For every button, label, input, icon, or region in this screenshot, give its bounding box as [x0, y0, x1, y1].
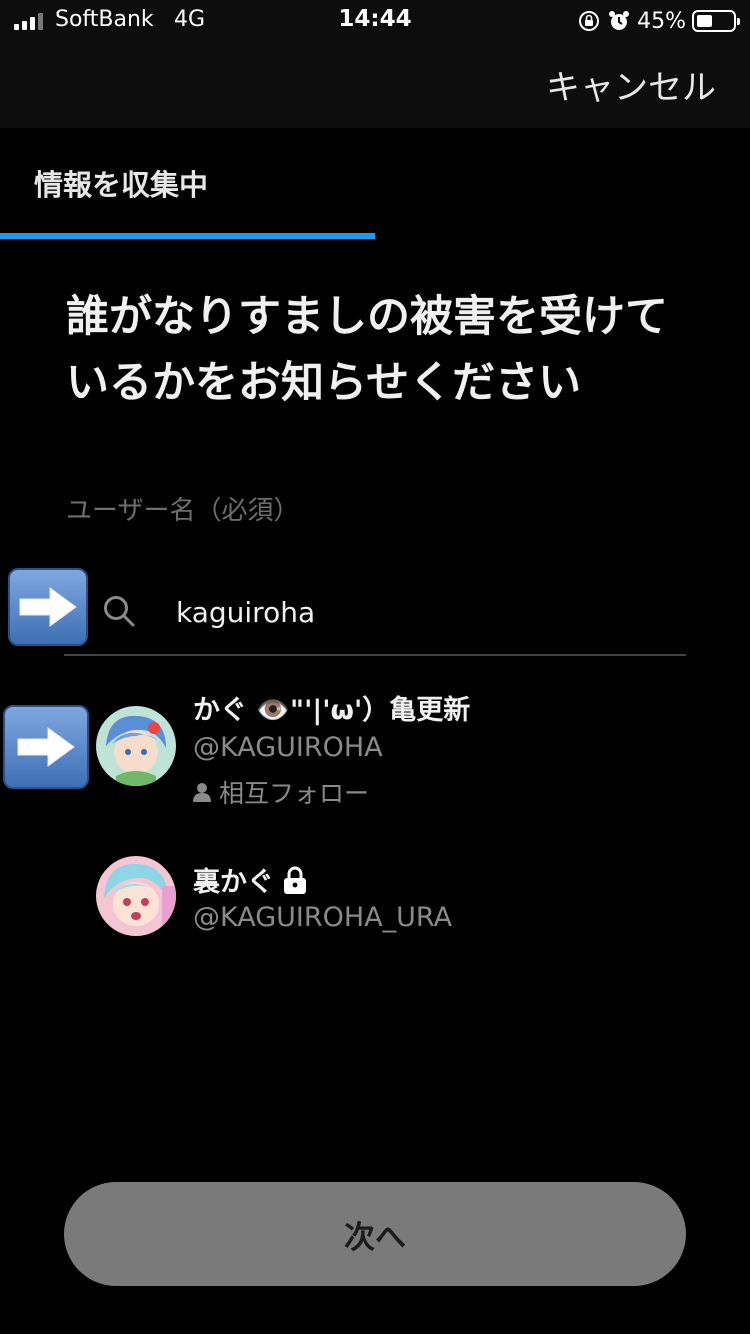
search-underline: [64, 654, 686, 656]
right-arrow-emoji-icon: [8, 568, 88, 646]
progress-bar: [0, 233, 375, 239]
lock-icon: [284, 866, 306, 894]
next-button[interactable]: 次へ: [64, 1182, 686, 1286]
person-icon: [193, 783, 211, 802]
step-title: 情報を収集中: [34, 168, 209, 202]
result-handle: @KAGUIROHA_URA: [193, 902, 453, 933]
right-arrow-emoji-icon: [3, 705, 89, 789]
cancel-button[interactable]: キャンセル: [546, 60, 716, 109]
page-heading: 誰がなりすましの被害を受けているかをお知らせください: [66, 292, 668, 408]
result-relationship: 相互フォロー: [193, 774, 369, 810]
result-name-text: 裏かぐ: [193, 867, 274, 898]
result-display-name: 裏かぐ: [193, 860, 308, 899]
user-result-item[interactable]: 裏かぐ @KAGUIROHA_URA: [90, 838, 690, 948]
relationship-text: 相互フォロー: [219, 779, 370, 808]
status-right-group: 45%: [577, 6, 740, 36]
nav-header: キャンセル: [0, 42, 750, 128]
battery-icon: [692, 10, 740, 32]
result-display-name: かぐ 👁️"'|'ω'）亀更新: [193, 688, 470, 727]
search-icon: [104, 596, 135, 627]
avatar: [96, 706, 176, 786]
alarm-icon: [609, 11, 630, 30]
result-name-text: かぐ 👁️"'|'ω'）亀更新: [193, 695, 471, 726]
username-label: ユーザー名（必須）: [66, 496, 300, 526]
avatar: [96, 856, 176, 936]
battery-percent: 45%: [637, 8, 686, 34]
username-search-input[interactable]: [176, 592, 676, 632]
result-handle: @KAGUIROHA: [193, 732, 383, 763]
user-result-item[interactable]: かぐ 👁️"'|'ω'）亀更新 @KAGUIROHA 相互フォロー: [90, 686, 690, 816]
orientation-lock-icon: [579, 11, 600, 31]
status-bar: SoftBank 4G 14:44 45%: [0, 0, 750, 42]
